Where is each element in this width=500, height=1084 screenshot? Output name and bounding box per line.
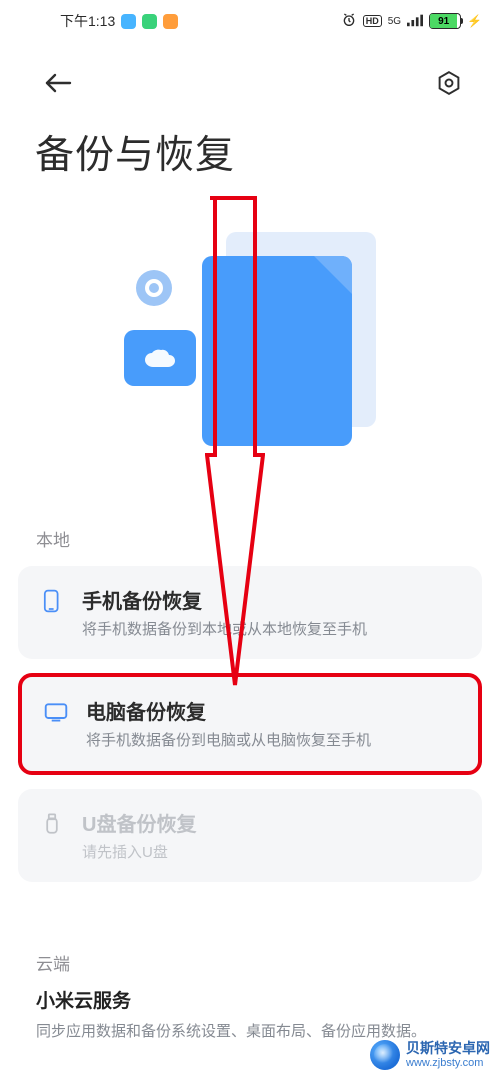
- hd-badge: HD: [363, 15, 382, 27]
- computer-backup-card[interactable]: 电脑备份恢复 将手机数据备份到电脑或从电脑恢复至手机: [18, 673, 482, 774]
- phone-backup-card[interactable]: 手机备份恢复 将手机数据备份到本地或从本地恢复至手机: [18, 566, 482, 659]
- charging-icon: ⚡: [467, 14, 482, 28]
- watermark-logo: [370, 1040, 400, 1070]
- phone-backup-title: 手机备份恢复: [82, 585, 367, 614]
- phone-icon: [40, 589, 64, 613]
- usb-backup-card[interactable]: U盘备份恢复 请先插入U盘: [18, 789, 482, 882]
- battery-pct: 91: [438, 16, 449, 27]
- signal-icon: [407, 13, 423, 30]
- usb-backup-sub: 请先插入U盘: [82, 843, 196, 863]
- status-app-icon: [142, 14, 157, 29]
- battery-icon: 91: [429, 13, 461, 29]
- status-time: 下午1:13: [60, 11, 115, 31]
- network-label: 5G: [388, 16, 401, 27]
- status-left: 下午1:13: [60, 11, 178, 31]
- back-icon[interactable]: [44, 72, 72, 99]
- watermark-url: www.zjbsty.com: [406, 1057, 490, 1069]
- gear-icon[interactable]: [436, 70, 462, 101]
- header-row: [0, 60, 500, 110]
- backup-illustration: [140, 200, 360, 440]
- section-label-cloud: 云端: [36, 950, 70, 975]
- status-app-icon: [121, 14, 136, 29]
- computer-backup-title: 电脑备份恢复: [86, 696, 371, 725]
- watermark: 贝斯特安卓网 www.zjbsty.com: [370, 1040, 490, 1070]
- computer-backup-sub: 将手机数据备份到电脑或从电脑恢复至手机: [86, 731, 371, 751]
- local-list: 手机备份恢复 将手机数据备份到本地或从本地恢复至手机 电脑备份恢复 将手机数据备…: [18, 566, 482, 896]
- alarm-icon: [341, 12, 357, 31]
- status-app-icon: [163, 14, 178, 29]
- cloud-icon: [124, 330, 196, 386]
- status-right: HD 5G 91 ⚡: [341, 12, 482, 31]
- page-title: 备份与恢复: [35, 124, 235, 180]
- section-label-local: 本地: [36, 526, 70, 551]
- phone-backup-sub: 将手机数据备份到本地或从本地恢复至手机: [82, 620, 367, 640]
- xiaomi-cloud-title: 小米云服务: [36, 986, 464, 1013]
- watermark-name: 贝斯特安卓网: [406, 1041, 490, 1056]
- status-bar: 下午1:13 HD 5G 91 ⚡: [0, 0, 500, 38]
- usb-icon: [40, 812, 64, 836]
- monitor-icon: [44, 700, 68, 724]
- xiaomi-cloud-item[interactable]: 小米云服务 同步应用数据和备份系统设置、桌面布局、备份应用数据。: [18, 986, 482, 1043]
- usb-backup-title: U盘备份恢复: [82, 808, 196, 837]
